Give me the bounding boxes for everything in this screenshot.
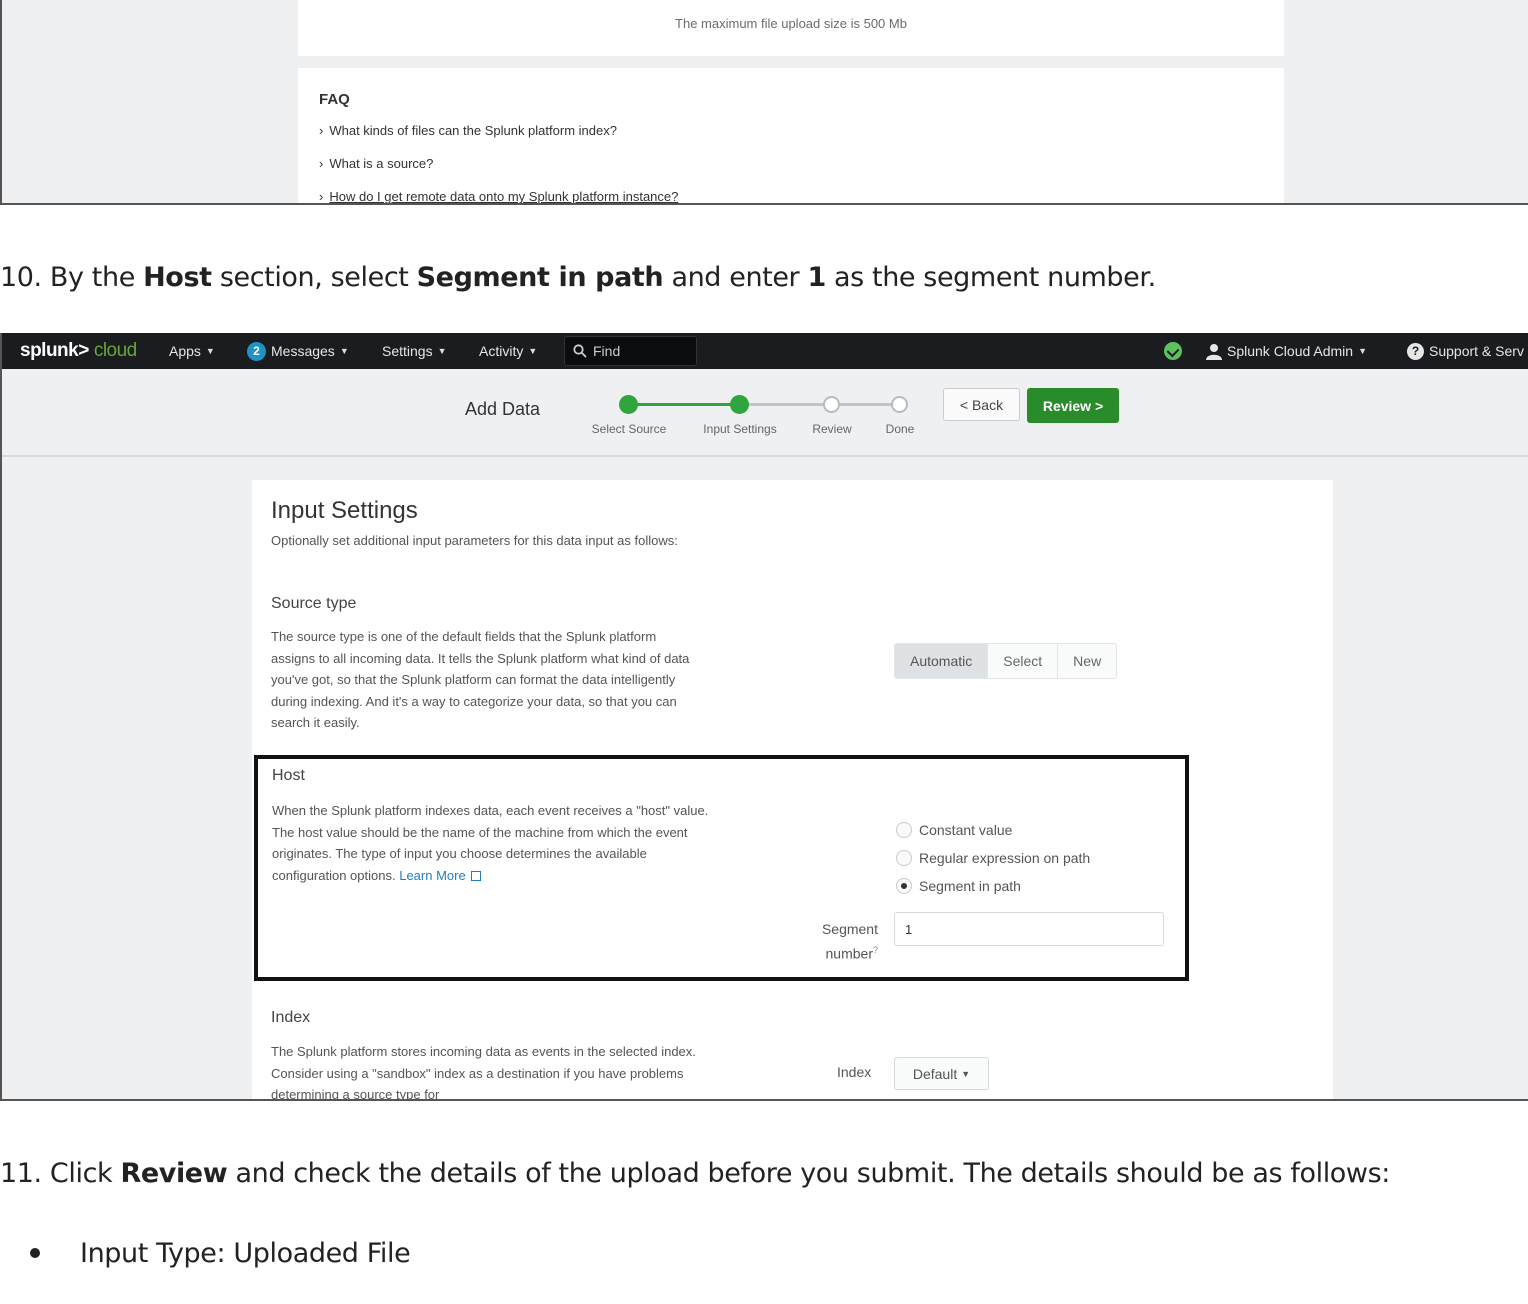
faq-title: FAQ	[319, 91, 350, 108]
learn-more-link[interactable]: Learn More	[399, 867, 481, 883]
index-field-label: Index	[837, 1064, 872, 1080]
faq-card: FAQ › What kinds of files can the Splunk…	[298, 68, 1284, 204]
back-button[interactable]: < Back	[943, 388, 1020, 421]
step-bold: 1	[807, 262, 826, 293]
chevron-right-icon: ›	[319, 156, 324, 171]
wizard-line	[740, 403, 832, 406]
screenshot-faq: The maximum file upload size is 500 Mb F…	[0, 0, 1528, 205]
step-bold: Review	[120, 1158, 228, 1189]
chevron-right-icon: ›	[319, 123, 324, 138]
wizard-step-dot	[891, 396, 908, 413]
faq-item[interactable]: › How do I get remote data onto my Splun…	[319, 189, 679, 204]
step-text: as the segment number.	[825, 262, 1156, 293]
caret-down-icon: ▼	[961, 1068, 971, 1079]
index-description: The Splunk platform stores incoming data…	[271, 1044, 696, 1101]
bullet-item-input-type: Input Type: Uploaded File	[80, 1238, 411, 1269]
source-type-title: Source type	[271, 595, 357, 612]
step-text: 11. Click	[0, 1158, 121, 1189]
source-type-description: The source type is one of the default fi…	[271, 629, 690, 730]
radio-label: Regular expression on path	[919, 850, 1091, 866]
wizard-step-dot	[619, 395, 638, 414]
wizard-step-label: Review	[812, 422, 852, 436]
host-description: When the Splunk platform indexes data, e…	[272, 800, 712, 886]
index-title: Index	[271, 1009, 311, 1026]
step-text: 10. By the	[0, 262, 144, 293]
host-option-regex-path[interactable]: Regular expression on path	[896, 850, 1090, 866]
step-10-instruction: 10. By the Host section, select Segment …	[0, 262, 1156, 293]
segment-number-label: Segment number?	[778, 919, 878, 965]
step-bold: Segment in path	[416, 262, 664, 293]
host-description-text: When the Splunk platform indexes data, e…	[272, 803, 709, 883]
source-type-select[interactable]: Select	[988, 644, 1059, 678]
faq-item[interactable]: › What kinds of files can the Splunk pla…	[319, 123, 617, 138]
upload-size-note: The maximum file upload size is 500 Mb	[675, 16, 907, 31]
source-type-new[interactable]: New	[1058, 644, 1117, 678]
help-icon[interactable]: ?	[873, 945, 878, 955]
host-section-highlight: Host When the Splunk platform indexes da…	[254, 755, 1189, 981]
wizard-step-label: Input Settings	[703, 422, 777, 436]
source-type-automatic[interactable]: Automatic	[895, 644, 989, 678]
panel-title: Input Settings	[271, 497, 418, 524]
chevron-right-icon: ›	[319, 189, 324, 204]
faq-item-label: What kinds of files can the Splunk platf…	[329, 123, 617, 138]
review-button[interactable]: Review >	[1027, 388, 1119, 423]
segment-label-line2: number	[825, 945, 873, 962]
index-value: Default	[912, 1065, 958, 1082]
host-option-segment-path[interactable]: Segment in path	[896, 878, 1021, 894]
radio-label: Segment in path	[919, 878, 1021, 894]
learn-more-label: Learn More	[399, 867, 466, 883]
faq-item[interactable]: › What is a source?	[319, 156, 433, 171]
step-text: and enter	[663, 262, 808, 293]
radio-icon	[896, 822, 912, 838]
source-type-selector: Automatic Select New	[894, 643, 1118, 679]
wizard-step-label: Done	[885, 422, 915, 436]
segment-number-input[interactable]: 1	[894, 912, 1164, 946]
screenshot-input-settings: splunk> cloud Apps ▼ 2 Messages ▼ Settings ▼…	[0, 333, 1528, 1101]
wizard-step-dot	[730, 395, 749, 414]
faq-item-label: What is a source?	[329, 156, 434, 171]
wizard-line	[832, 403, 900, 406]
index-dropdown[interactable]: Default ▼	[894, 1057, 989, 1090]
wizard-step-dot	[823, 396, 840, 413]
wizard-progress-line	[629, 403, 740, 406]
step-11-instruction: 11. Click Review and check the details o…	[0, 1158, 1390, 1189]
wizard-step-label: Select Source	[591, 422, 667, 436]
step-text: section, select	[211, 262, 417, 293]
upload-card: The maximum file upload size is 500 Mb	[298, 0, 1284, 56]
faq-item-label: How do I get remote data onto my Splunk …	[329, 189, 679, 204]
panel-subtitle: Optionally set additional input paramete…	[271, 533, 678, 548]
step-bold: Host	[143, 262, 212, 293]
host-option-constant-value[interactable]: Constant value	[896, 822, 1012, 838]
host-title: Host	[272, 767, 305, 784]
radio-label: Constant value	[919, 822, 1013, 838]
external-link-icon	[470, 870, 481, 881]
segment-label-line1: Segment	[821, 921, 878, 937]
step-text: and check the details of the upload befo…	[227, 1158, 1390, 1189]
radio-icon	[896, 850, 912, 866]
bullet-dot	[30, 1248, 40, 1258]
radio-checked-icon	[896, 878, 912, 894]
